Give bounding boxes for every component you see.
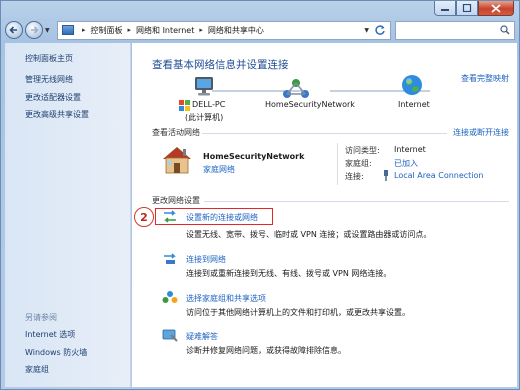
close-icon <box>491 3 501 13</box>
refresh-icon[interactable] <box>374 24 386 36</box>
address-dropdown-icon[interactable]: ▼ <box>364 27 369 34</box>
address-bar[interactable]: ▸ 控制面板 ▸ 网络和 Internet ▸ 网络和共享中心 ▼ <box>57 20 391 40</box>
caption-buttons <box>434 1 514 17</box>
sidebar-item-manage-wireless[interactable]: 管理无线网络 <box>25 74 73 85</box>
sidebar: 控制面板主页 管理无线网络 更改适配器设置 更改高级共享设置 另请参阅 Inte… <box>5 43 131 387</box>
access-type-value: Internet <box>394 145 426 154</box>
forward-arrow-icon <box>31 26 39 34</box>
divider <box>337 143 338 185</box>
active-networks-heading: 查看活动网络 <box>152 128 200 137</box>
task-connect-to-network-desc: 连接到或重新连接到无线、有线、拨号或 VPN 网络连接。 <box>186 269 392 278</box>
task-troubleshoot[interactable]: 疑难解答 <box>186 331 218 342</box>
homegroup-label: 家庭组: <box>345 159 372 168</box>
navigation-bar: ▼ ▸ 控制面板 ▸ 网络和 Internet ▸ 网络和共享中心 ▼ <box>5 19 515 41</box>
homegroup-sharing-icon <box>162 291 178 303</box>
network-map-lines <box>212 90 430 92</box>
network-type-link[interactable]: 家庭网络 <box>203 164 235 175</box>
address-actions: ▼ <box>364 24 386 36</box>
breadcrumb-network-internet[interactable]: 网络和 Internet <box>136 25 194 36</box>
connect-network-icon <box>164 253 176 264</box>
explorer-window: ▼ ▸ 控制面板 ▸ 网络和 Internet ▸ 网络和共享中心 ▼ 控制面板… <box>0 0 520 390</box>
change-settings-heading: 更改网络设置 <box>152 196 200 205</box>
setup-connection-icon <box>164 210 176 223</box>
local-area-connection-link[interactable]: Local Area Connection <box>394 171 484 180</box>
step-number-badge: 2 <box>134 207 154 227</box>
access-type-label: 访问类型: <box>345 146 380 155</box>
see-also-heading: 另请参阅 <box>25 313 57 322</box>
internet-globe-icon <box>402 75 422 95</box>
map-internet-label: Internet <box>398 100 430 109</box>
back-button[interactable] <box>5 21 23 39</box>
main-content: 查看基本网络信息并设置连接 查看完整映射 DELL-PC (此计算机) Home… <box>132 43 517 387</box>
map-network-label: HomeSecurityNetwork <box>265 100 355 109</box>
divider <box>202 133 447 134</box>
breadcrumb-control-panel[interactable]: 控制面板 <box>91 25 123 36</box>
sidebar-item-adapter-settings[interactable]: 更改适配器设置 <box>25 92 81 103</box>
see-also-windows-firewall[interactable]: Windows 防火墙 <box>25 347 87 358</box>
search-box[interactable] <box>395 20 515 40</box>
task-setup-new-connection[interactable]: 设置新的连接或网络 <box>186 212 258 223</box>
back-arrow-icon <box>9 26 17 34</box>
recent-pages-dropdown[interactable]: ▼ <box>45 27 53 34</box>
chevron-right-icon[interactable]: ▸ <box>128 26 132 34</box>
sidebar-item-control-panel-home[interactable]: 控制面板主页 <box>25 53 73 64</box>
control-panel-icon <box>62 25 74 35</box>
task-setup-new-connection-desc: 设置无线、宽带、拨号、临时或 VPN 连接；或设置路由器或访问点。 <box>186 230 432 239</box>
task-homegroup-sharing-desc: 访问位于其他网络计算机上的文件和打印机，或更改共享设置。 <box>186 308 410 317</box>
chevron-right-icon[interactable]: ▸ <box>82 26 86 34</box>
maximize-button[interactable] <box>456 1 478 16</box>
forward-button[interactable] <box>25 21 43 39</box>
pc-name-label: DELL-PC <box>192 100 226 109</box>
home-network-icon <box>163 147 191 174</box>
minimize-icon <box>441 9 449 11</box>
minimize-button[interactable] <box>434 1 456 16</box>
see-also-homegroup[interactable]: 家庭组 <box>25 364 49 375</box>
search-icon <box>500 25 510 35</box>
ethernet-icon <box>384 170 388 181</box>
see-also-internet-options[interactable]: Internet 选项 <box>25 329 75 340</box>
chevron-right-icon[interactable]: ▸ <box>199 26 203 34</box>
sidebar-item-advanced-sharing[interactable]: 更改高级共享设置 <box>25 109 89 120</box>
active-network-name: HomeSecurityNetwork <box>203 152 305 161</box>
computer-icon <box>195 77 213 96</box>
troubleshoot-icon <box>162 329 178 342</box>
pc-subtitle-label: (此计算机) <box>185 113 224 122</box>
divider <box>204 201 509 202</box>
task-homegroup-sharing[interactable]: 选择家庭组和共享选项 <box>186 293 266 304</box>
connect-disconnect-link[interactable]: 连接或断开连接 <box>453 127 509 138</box>
close-button[interactable] <box>478 1 514 16</box>
connections-label: 连接: <box>345 172 364 181</box>
shield-icon <box>179 100 190 111</box>
network-icon <box>283 79 309 98</box>
breadcrumb-network-sharing-center[interactable]: 网络和共享中心 <box>208 25 264 36</box>
page-title: 查看基本网络信息并设置连接 <box>152 59 289 71</box>
homegroup-value-link[interactable]: 已加入 <box>394 158 418 169</box>
task-troubleshoot-desc: 诊断并修复网络问题，或获得故障排除信息。 <box>186 346 346 355</box>
task-connect-to-network[interactable]: 连接到网络 <box>186 254 226 265</box>
maximize-icon <box>462 4 472 12</box>
